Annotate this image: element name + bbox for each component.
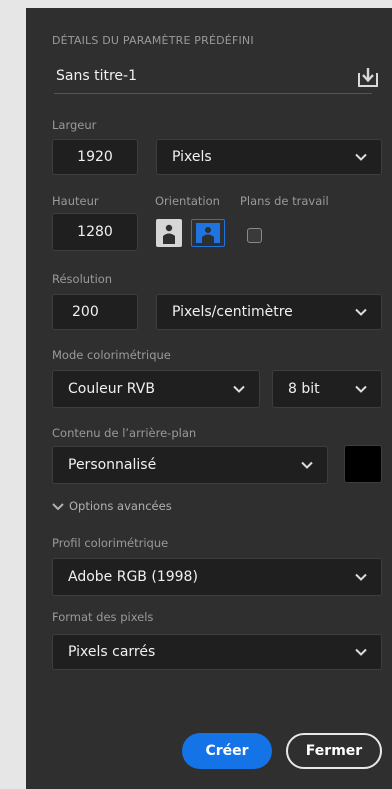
save-preset-icon[interactable] xyxy=(356,65,380,89)
chevron-down-icon xyxy=(355,573,367,581)
resolution-label: Résolution xyxy=(52,272,113,286)
preset-name-value: Sans titre-1 xyxy=(56,67,137,84)
chevron-down-icon xyxy=(233,385,245,393)
background-value: Personnalisé xyxy=(68,457,157,473)
bit-depth-select[interactable]: 8 bit xyxy=(272,370,382,408)
advanced-options-label: Options avancées xyxy=(69,499,172,513)
orientation-label: Orientation xyxy=(155,194,220,208)
width-input[interactable]: 1920 xyxy=(52,139,138,175)
background-color-swatch[interactable] xyxy=(344,445,382,483)
preset-details-panel: DÉTAILS DU PARAMÈTRE PRÉDÉFINI Sans titr… xyxy=(26,8,392,789)
width-label: Largeur xyxy=(52,118,97,132)
background-label: Contenu de l’arrière-plan xyxy=(52,426,197,440)
color-profile-select[interactable]: Adobe RGB (1998) xyxy=(52,558,382,596)
pixel-format-label: Format des pixels xyxy=(52,610,154,624)
create-button[interactable]: Créer xyxy=(182,733,272,769)
artboards-label: Plans de travail xyxy=(240,194,329,208)
portrait-orientation-button[interactable] xyxy=(156,219,182,247)
color-mode-select[interactable]: Couleur RVB xyxy=(52,370,260,408)
preset-name-input[interactable]: Sans titre-1 xyxy=(54,58,372,94)
portrait-icon xyxy=(161,222,177,244)
chevron-down-icon xyxy=(355,648,367,656)
resolution-unit-select[interactable]: Pixels/centimètre xyxy=(156,294,382,330)
resolution-input[interactable]: 200 xyxy=(52,294,138,330)
bit-depth-value: 8 bit xyxy=(288,381,320,397)
advanced-options-toggle[interactable]: Options avancées xyxy=(52,498,172,514)
pixel-format-value: Pixels carrés xyxy=(68,644,156,660)
width-unit-select[interactable]: Pixels xyxy=(156,139,382,175)
color-profile-value: Adobe RGB (1998) xyxy=(68,569,198,585)
background-select[interactable]: Personnalisé xyxy=(52,446,328,484)
height-label: Hauteur xyxy=(52,194,99,208)
landscape-icon xyxy=(196,223,220,243)
color-mode-label: Mode colorimétrique xyxy=(52,348,171,362)
color-mode-value: Couleur RVB xyxy=(68,381,155,397)
resolution-unit-value: Pixels/centimètre xyxy=(172,304,293,320)
close-button[interactable]: Fermer xyxy=(286,733,382,769)
chevron-down-icon xyxy=(355,308,367,316)
pixel-format-select[interactable]: Pixels carrés xyxy=(52,634,382,670)
artboards-checkbox[interactable] xyxy=(247,228,262,243)
chevron-down-icon xyxy=(355,153,367,161)
chevron-down-icon xyxy=(52,502,64,510)
chevron-down-icon xyxy=(355,385,367,393)
color-profile-label: Profil colorimétrique xyxy=(52,536,169,550)
chevron-down-icon xyxy=(301,461,313,469)
width-unit-value: Pixels xyxy=(172,149,212,165)
height-input[interactable]: 1280 xyxy=(52,213,138,251)
section-title: DÉTAILS DU PARAMÈTRE PRÉDÉFINI xyxy=(52,34,254,47)
landscape-orientation-button[interactable] xyxy=(191,219,225,247)
